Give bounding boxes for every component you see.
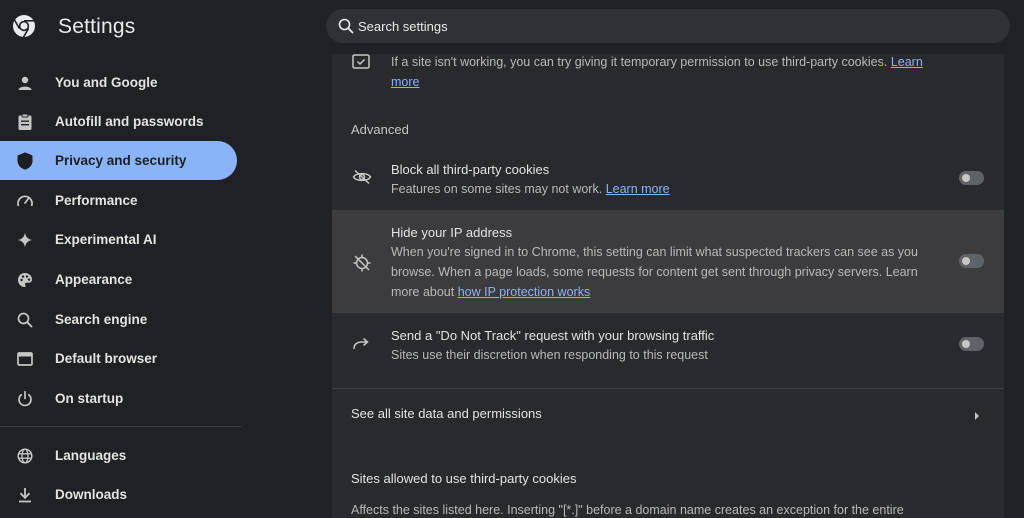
power-icon [16, 390, 34, 408]
eye-off-icon [352, 169, 372, 189]
advanced-heading: Advanced [351, 122, 409, 137]
block-cookies-title: Block all third-party cookies [391, 162, 550, 177]
page-title: Settings [58, 15, 136, 38]
search-bar[interactable] [326, 9, 1010, 43]
sidebar-item-label: Languages [55, 448, 127, 463]
sidebar-item-experimental-ai[interactable]: Experimental AI [0, 220, 237, 259]
privacy-settings-panel: If a site isn't working, you can try giv… [332, 54, 1004, 518]
site-data-row[interactable]: See all site data and permissions [332, 390, 1004, 436]
sidebar-item-label: You and Google [55, 75, 158, 90]
hide-ip-toggle[interactable] [959, 254, 984, 268]
sidebar-item-languages[interactable]: Languages [0, 436, 237, 475]
sidebar-item-you-and-google[interactable]: You and Google [0, 63, 237, 102]
hide-ip-desc-line1: When you're signed in to Chrome, this se… [391, 245, 918, 259]
learn-more-link-continued[interactable]: more [391, 75, 419, 89]
sidebar-item-label: Experimental AI [55, 232, 157, 247]
sidebar-item-appearance[interactable]: Appearance [0, 260, 237, 299]
do-not-track-desc: Sites use their discretion when respondi… [391, 348, 708, 362]
block-cookies-desc: Features on some sites may not work. [391, 182, 603, 196]
do-not-track-title: Send a "Do Not Track" request with your … [391, 328, 715, 343]
sidebar-item-label: Privacy and security [55, 153, 187, 168]
sidebar-item-label: Performance [55, 193, 138, 208]
ip-protection-link[interactable]: how IP protection works [458, 285, 590, 299]
sidebar-item-label: Appearance [55, 272, 133, 287]
palette-icon [16, 271, 34, 289]
learn-more-link[interactable]: Learn [891, 55, 923, 69]
sidebar: You and Google Autofill and passwords Pr… [0, 54, 241, 518]
allowed-sites-desc: Affects the sites listed here. Inserting… [351, 503, 904, 517]
search-icon [338, 18, 354, 34]
sidebar-item-label: Autofill and passwords [55, 114, 204, 129]
sparkle-icon [16, 231, 34, 249]
block-third-party-cookies-row[interactable]: Block all third-party cookies Features o… [332, 150, 1004, 208]
person-icon [16, 74, 34, 92]
forward-arrow-icon [352, 337, 372, 357]
sidebar-item-performance[interactable]: Performance [0, 181, 237, 220]
hide-ip-title: Hide your IP address [391, 225, 513, 240]
shield-icon [16, 152, 34, 170]
do-not-track-row[interactable]: Send a "Do Not Track" request with your … [332, 316, 1004, 376]
sidebar-item-downloads[interactable]: Downloads [0, 475, 237, 514]
chevron-right-icon [974, 408, 980, 426]
chrome-logo-icon [12, 14, 36, 38]
hide-ip-desc-line2: browse. When a page loads, some requests… [391, 265, 918, 279]
speedometer-icon [16, 192, 34, 210]
do-not-track-toggle[interactable] [959, 337, 984, 351]
divider [332, 444, 1004, 445]
sidebar-item-search-engine[interactable]: Search engine [0, 300, 237, 339]
download-icon [16, 486, 34, 504]
sidebar-item-privacy-and-security[interactable]: Privacy and security [0, 141, 237, 180]
learn-more-link[interactable]: Learn more [606, 182, 670, 196]
top-bar: Settings [0, 0, 1024, 54]
search-input[interactable] [358, 9, 958, 43]
globe-icon [16, 447, 34, 465]
browser-window-icon [16, 350, 34, 368]
sidebar-item-autofill[interactable]: Autofill and passwords [0, 102, 237, 141]
temporary-permission-row: If a site isn't working, you can try giv… [332, 54, 1004, 104]
sidebar-item-label: On startup [55, 391, 124, 406]
sidebar-divider [0, 426, 241, 427]
divider [332, 388, 1004, 389]
hide-ip-address-row[interactable]: Hide your IP address When you're signed … [332, 210, 1004, 313]
sidebar-item-on-startup[interactable]: On startup [0, 379, 237, 418]
location-off-icon [352, 253, 372, 273]
sidebar-item-default-browser[interactable]: Default browser [0, 339, 237, 378]
sidebar-item-label: Downloads [55, 487, 128, 502]
sidebar-item-label: Search engine [55, 312, 148, 327]
temporary-permission-text: If a site isn't working, you can try giv… [391, 55, 888, 69]
window-check-icon [352, 54, 372, 74]
clipboard-icon [16, 113, 34, 131]
sidebar-item-label: Default browser [55, 351, 158, 366]
site-data-label: See all site data and permissions [351, 406, 542, 421]
block-cookies-toggle[interactable] [959, 171, 984, 185]
hide-ip-desc-line3: more about [391, 285, 455, 299]
allowed-sites-heading: Sites allowed to use third-party cookies [351, 471, 577, 486]
search-icon [16, 311, 34, 329]
